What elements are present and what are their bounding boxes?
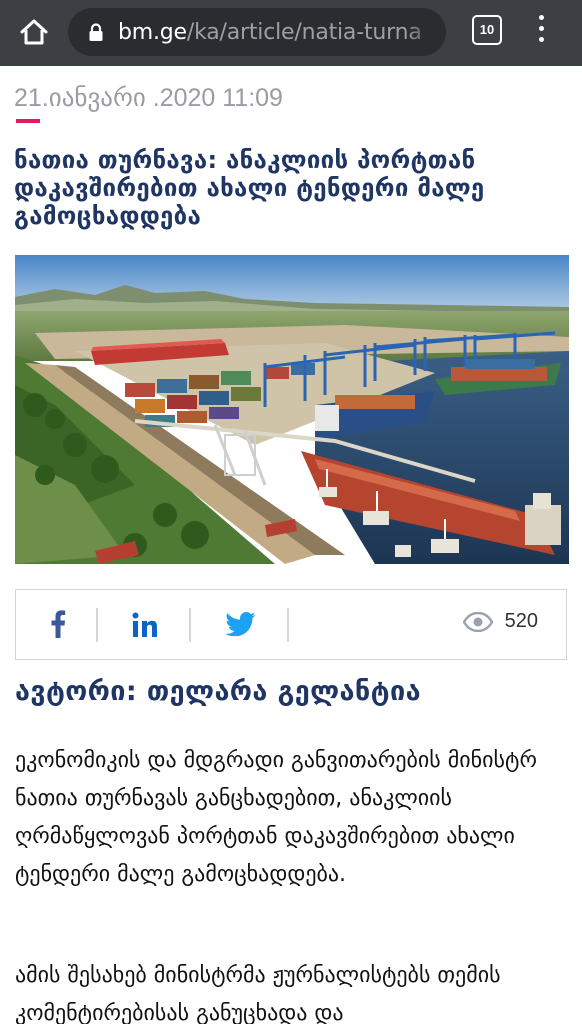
port-rendering-illustration xyxy=(15,255,569,564)
url-fade xyxy=(406,8,446,56)
article-author[interactable]: ავტორი: თელარა გელანტია xyxy=(15,676,421,707)
share-bar: 520 xyxy=(15,589,567,660)
linkedin-icon[interactable] xyxy=(132,612,158,638)
share-separator xyxy=(96,608,98,642)
twitter-icon[interactable] xyxy=(226,612,256,636)
home-icon xyxy=(20,19,48,45)
url-path: /ka/article/natia-turna xyxy=(186,20,422,45)
article-paragraph: ეკონომიკის და მდგრადი განვითარების მინის… xyxy=(15,748,537,887)
facebook-icon[interactable] xyxy=(50,610,66,638)
article-paragraph: ამის შესახებ მინისტრმა ჟურნალისტებს თემი… xyxy=(15,963,501,1024)
lock-icon xyxy=(89,23,103,41)
url-text: bm.ge/ka/article/natia-turna xyxy=(118,21,422,45)
article-date: 21.იანვარი .2020 11:09 xyxy=(14,84,283,112)
date-accent-bar xyxy=(16,119,40,123)
hero-image xyxy=(15,255,569,564)
eye-icon xyxy=(462,611,493,632)
share-separator xyxy=(287,608,289,642)
views-count: 520 xyxy=(504,610,538,632)
tabs-button[interactable]: 10 xyxy=(472,15,502,45)
share-separator xyxy=(189,608,191,642)
view-counter: 520 xyxy=(462,610,538,633)
more-vert-icon[interactable] xyxy=(528,14,556,46)
url-domain: bm.ge xyxy=(118,20,187,45)
browser-toolbar: bm.ge/ka/article/natia-turna 10 xyxy=(0,0,582,66)
address-bar[interactable]: bm.ge/ka/article/natia-turna xyxy=(68,8,446,56)
home-button[interactable] xyxy=(14,12,54,52)
article-title: ნათია თურნავა: ანაკლიის პორტთან დაკავშირ… xyxy=(14,146,485,230)
